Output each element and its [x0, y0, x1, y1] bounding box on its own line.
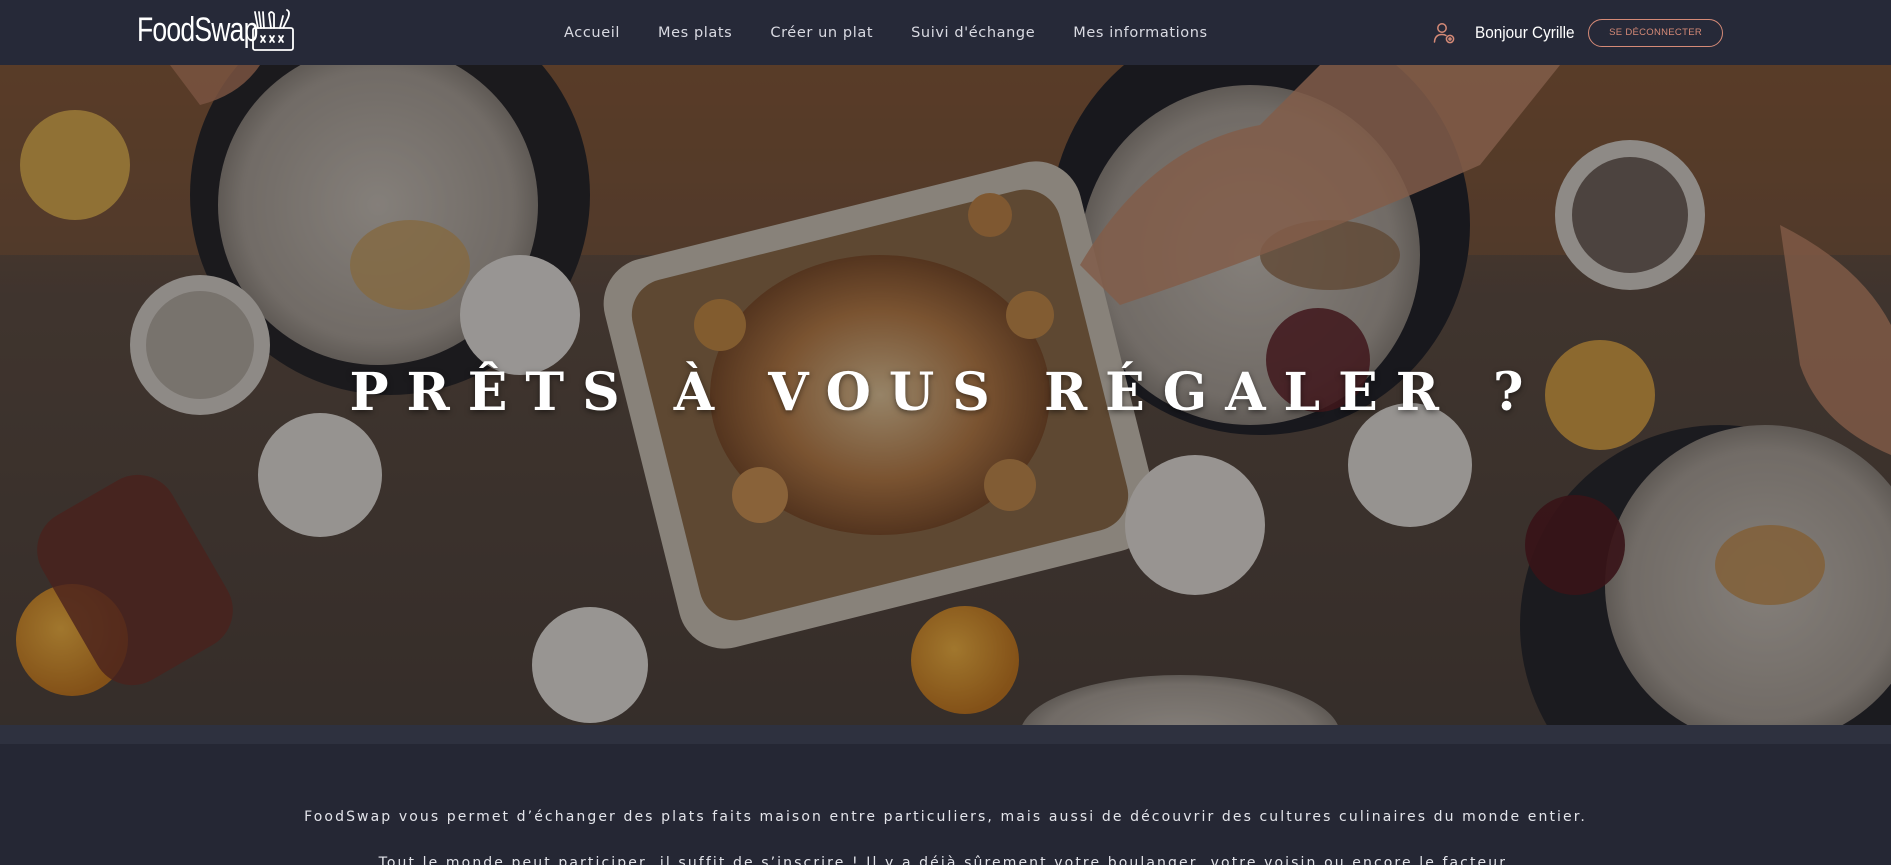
- top-navbar: FoodSwap Accueil Mes plats Créer un plat…: [0, 0, 1891, 65]
- intro-section: FoodSwap vous permet d’échanger des plat…: [0, 744, 1891, 865]
- user-area: Bonjour Cyrille SE DÉCONNECTER: [1432, 0, 1723, 65]
- hero-banner: PRÊTS À VOUS RÉGALER ?: [0, 65, 1891, 725]
- nav-link-accueil[interactable]: Accueil: [545, 25, 639, 41]
- section-divider: [0, 725, 1891, 744]
- main-nav: Accueil Mes plats Créer un plat Suivi d'…: [545, 0, 1227, 65]
- nav-link-suivi-echange[interactable]: Suivi d'échange: [892, 25, 1054, 41]
- nav-link-mes-plats[interactable]: Mes plats: [639, 25, 751, 41]
- user-greeting: Bonjour Cyrille: [1474, 22, 1575, 42]
- nav-link-mes-informations[interactable]: Mes informations: [1054, 25, 1226, 41]
- cutlery-basket-icon: [252, 9, 294, 51]
- nav-link-creer-un-plat[interactable]: Créer un plat: [751, 25, 892, 41]
- site-logo[interactable]: FoodSwap: [137, 6, 294, 54]
- hero-title: PRÊTS À VOUS RÉGALER ?: [349, 362, 1542, 423]
- logout-button[interactable]: SE DÉCONNECTER: [1588, 18, 1723, 47]
- intro-paragraph-1: FoodSwap vous permet d’échanger des plat…: [304, 809, 1587, 825]
- intro-paragraph-2: Tout le monde peut participer, il suffit…: [378, 855, 1513, 865]
- logo-text: FoodSwap: [137, 11, 258, 49]
- user-settings-icon[interactable]: [1432, 21, 1456, 45]
